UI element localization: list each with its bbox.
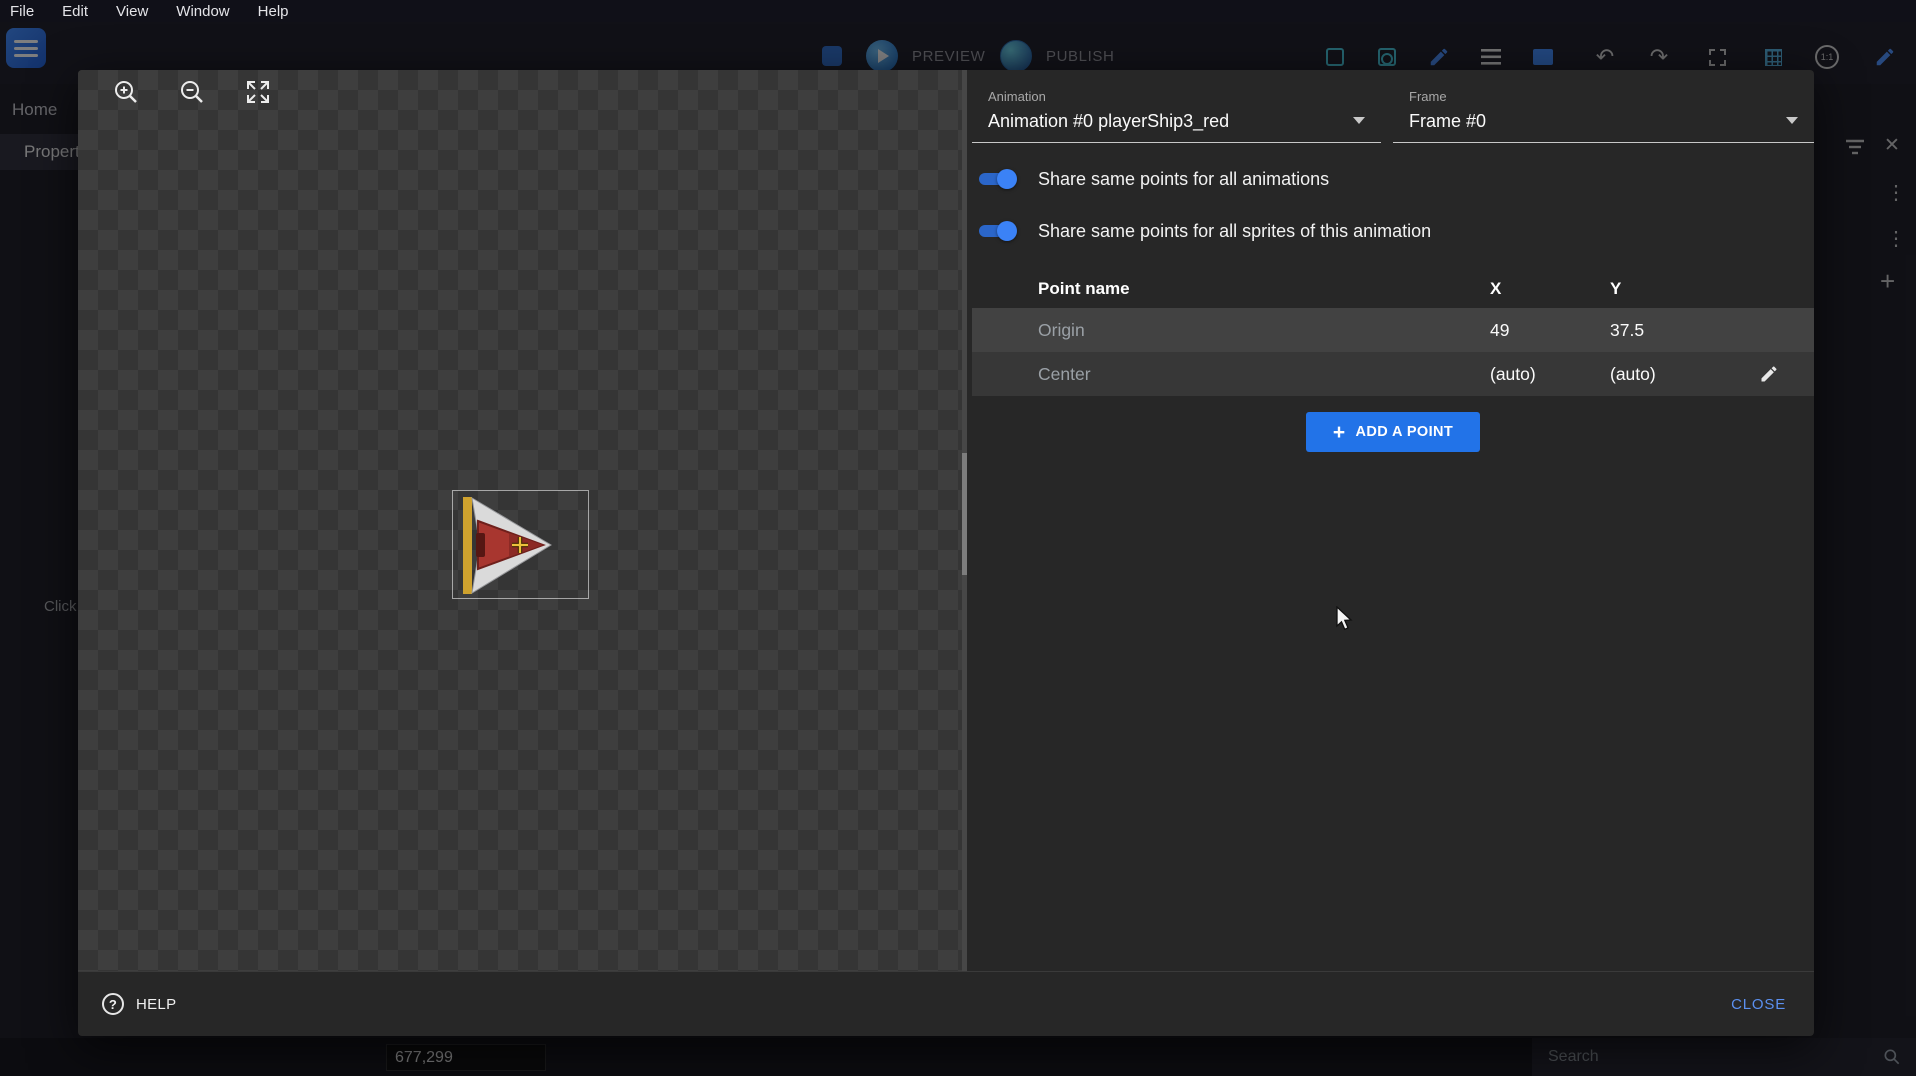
scrollbar-thumb[interactable]: [962, 453, 967, 575]
point-y-value[interactable]: (auto): [1604, 364, 1724, 385]
mouse-cursor: [1336, 606, 1354, 633]
share-all-animations-toggle[interactable]: [976, 168, 1018, 190]
fit-to-screen-icon[interactable]: [244, 78, 272, 106]
table-row-origin[interactable]: Origin 49 37.5: [972, 308, 1814, 352]
share-all-sprites-toggle[interactable]: [976, 220, 1018, 242]
help-button[interactable]: ? HELP: [102, 993, 176, 1015]
zoom-out-icon[interactable]: [178, 78, 206, 106]
points-table: Point name X Y Origin 49 37.5 Center (au…: [972, 269, 1814, 396]
menu-help[interactable]: Help: [258, 3, 289, 20]
menu-file[interactable]: File: [10, 3, 34, 20]
chevron-down-icon: [1786, 117, 1798, 124]
share-points-all-sprites-row: Share same points for all sprites of thi…: [976, 210, 1796, 252]
chevron-down-icon: [1353, 117, 1365, 124]
share-points-all-animations-row: Share same points for all animations: [976, 158, 1796, 200]
table-row-center[interactable]: Center (auto) (auto): [972, 352, 1814, 396]
points-pane: Animation Animation #0 playerShip3_red F…: [972, 70, 1814, 971]
menu-window[interactable]: Window: [176, 3, 229, 20]
canvas-scrollbar[interactable]: [962, 70, 967, 971]
dialog-footer: ? HELP CLOSE: [78, 971, 1814, 1036]
point-x-value[interactable]: (auto): [1484, 364, 1604, 385]
animation-select[interactable]: Animation Animation #0 playerShip3_red: [972, 79, 1381, 143]
add-point-label: ADD A POINT: [1356, 424, 1454, 440]
frame-select-label: Frame: [1409, 89, 1447, 104]
header-y: Y: [1604, 279, 1724, 299]
help-label: HELP: [136, 996, 176, 1013]
edit-points-dialog: Animation Animation #0 playerShip3_red F…: [78, 70, 1814, 1036]
toggle-label: Share same points for all animations: [1038, 169, 1329, 190]
animation-select-label: Animation: [988, 89, 1046, 104]
point-x-value[interactable]: 49: [1484, 320, 1604, 341]
plus-icon: +: [1333, 422, 1346, 443]
sprite-frame[interactable]: [452, 490, 589, 599]
animation-select-value: Animation #0 playerShip3_red: [988, 111, 1229, 132]
sprite-canvas[interactable]: [78, 70, 962, 971]
menu-view[interactable]: View: [116, 3, 148, 20]
menu-edit[interactable]: Edit: [62, 3, 88, 20]
point-name: Center: [972, 364, 1484, 385]
header-x: X: [1484, 279, 1604, 299]
close-button[interactable]: CLOSE: [1721, 986, 1796, 1023]
point-y-value[interactable]: 37.5: [1604, 320, 1724, 341]
header-point-name: Point name: [972, 279, 1484, 299]
player-ship-sprite: [453, 491, 590, 600]
help-icon: ?: [102, 993, 124, 1015]
menu-bar: File Edit View Window Help: [0, 0, 1916, 22]
table-header: Point name X Y: [972, 269, 1814, 308]
edit-pencil-icon[interactable]: [1759, 364, 1779, 384]
zoom-in-icon[interactable]: [112, 78, 140, 106]
add-point-button[interactable]: + ADD A POINT: [1306, 412, 1480, 452]
frame-select[interactable]: Frame Frame #0: [1393, 79, 1814, 143]
frame-select-value: Frame #0: [1409, 111, 1486, 132]
toggle-label: Share same points for all sprites of thi…: [1038, 221, 1431, 242]
point-name: Origin: [972, 320, 1484, 341]
